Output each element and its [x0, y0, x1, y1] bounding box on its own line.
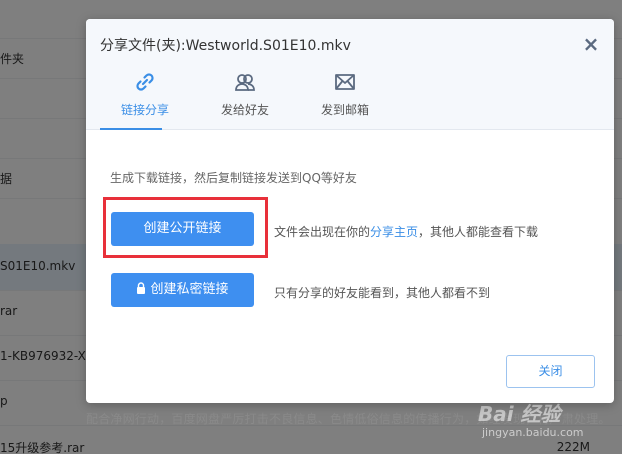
share-dialog: 分享文件(夹):Westworld.S01E10.mkv × 链接分享 发给好友… — [86, 19, 614, 403]
lock-icon — [137, 282, 146, 294]
tab-send-friends[interactable]: 发给好友 — [200, 71, 290, 131]
active-tab-indicator — [100, 128, 162, 130]
desc-text: 文件会出现在你的 — [274, 225, 371, 239]
watermark-url: jingyan.baidu.com — [482, 426, 584, 439]
instruction-text: 生成下载链接，然后复制链接发送到QQ等好友 — [110, 171, 357, 185]
tab-send-email[interactable]: 发到邮箱 — [300, 71, 390, 131]
private-link-description: 只有分享的好友能看到，其他人都看不到 — [274, 286, 491, 300]
create-private-link-button[interactable]: 创建私密链接 — [111, 273, 254, 307]
close-button[interactable]: 关闭 — [506, 355, 595, 388]
button-label: 创建私密链接 — [150, 282, 229, 297]
share-homepage-link[interactable]: 分享主页 — [370, 225, 418, 239]
tab-link-share[interactable]: 链接分享 — [100, 71, 190, 131]
friends-icon — [235, 74, 255, 91]
close-icon[interactable]: × — [580, 33, 602, 55]
tab-label: 链接分享 — [120, 103, 169, 117]
create-public-link-button[interactable]: 创建公开链接 — [111, 212, 254, 246]
mail-icon — [335, 74, 355, 90]
tab-label: 发到邮箱 — [320, 103, 369, 117]
dialog-header: 分享文件(夹):Westworld.S01E10.mkv × 链接分享 发给好友… — [86, 19, 614, 130]
desc-text: ，其他人都能查看下载 — [418, 225, 539, 239]
link-icon — [136, 73, 154, 91]
tab-label: 发给好友 — [220, 103, 269, 117]
public-link-description: 文件会出现在你的分享主页，其他人都能查看下载 — [274, 223, 538, 240]
dialog-title: 分享文件(夹):Westworld.S01E10.mkv — [100, 38, 351, 54]
